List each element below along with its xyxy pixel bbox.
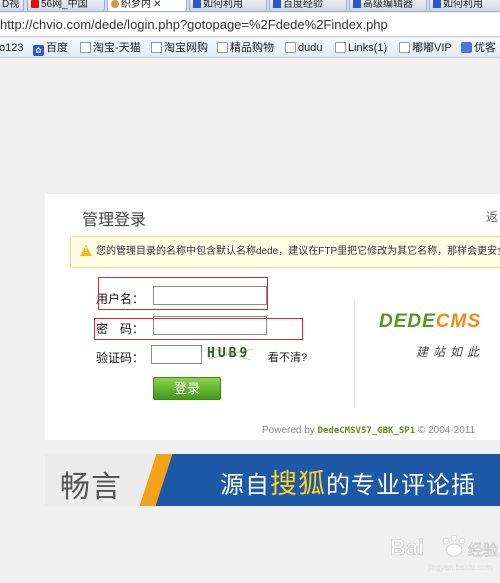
tab-label: 如何利用 <box>443 0 483 10</box>
folder-icon <box>399 42 410 53</box>
bookmarks-bar: o123 ✿ 百度 淘宝-天猫 淘宝网购 精品购物 dudu Links(1) 嘟… <box>0 38 500 58</box>
divider <box>354 298 355 408</box>
powered-by: Powered by DedeCMSV57_GBK_SP1 © 2004-201… <box>262 425 476 436</box>
page-title: 管理登录 <box>82 212 147 229</box>
tab-2[interactable]: 56网_中国 <box>27 0 105 11</box>
captcha-text: HUB9 <box>207 346 251 361</box>
address-bar[interactable]: http://chvio.com/dede/login.php?gotopage… <box>0 13 500 37</box>
paw-icon <box>193 0 201 8</box>
bookmark-label: 优客 <box>474 42 496 54</box>
slogan-text: 建站如此 <box>416 345 485 359</box>
paw-icon <box>353 0 361 8</box>
captcha-label: 验证码： <box>96 351 145 365</box>
page-icon <box>80 42 91 53</box>
tab-label: 如何利用 <box>203 0 243 10</box>
paw-icon <box>273 0 281 8</box>
site-favicon-icon <box>111 0 119 8</box>
dedecms-logo: DEDECMS <box>379 311 482 332</box>
version-text: DedeCMSV57_GBK_SP1 <box>317 426 416 436</box>
url-text[interactable]: http://chvio.com/dede/login.php?gotopage… <box>0 17 388 32</box>
tab-label: 56网_中国 <box>41 0 88 10</box>
watermark-domain: jingyan.baidu.com <box>427 563 493 572</box>
close-tab-icon[interactable]: ✕ <box>153 0 161 10</box>
page-icon <box>151 42 162 53</box>
login-button[interactable]: 登录 <box>153 377 221 400</box>
ad-slogan: 源自搜狐的专业评论插 <box>220 469 476 499</box>
tab-label: D视 <box>2 0 20 10</box>
password-input[interactable] <box>153 316 267 335</box>
security-warning: 您的管理目录的名称中包含默认名称dede，建议在FTP里把它修改为其它名称，那样… <box>70 236 500 268</box>
bookmark-label: dudu <box>298 42 323 54</box>
tab-7[interactable]: 如何利用 <box>429 0 500 11</box>
changyan-ad-banner[interactable]: 畅言 源自搜狐的专业评论插 <box>45 454 500 506</box>
bookmark-label: 淘宝网购 <box>164 42 208 54</box>
baidu-jingyan-watermark: Bai 经验 jingyan.baidu.com <box>390 534 498 572</box>
refresh-captcha-link[interactable]: 看不清? <box>268 349 307 365</box>
tab-4[interactable]: 如何利用 <box>189 0 267 11</box>
username-label: 用户名： <box>96 292 145 306</box>
bookmark-taobao-tmall[interactable]: 淘宝-天猫 <box>80 41 141 55</box>
bookmark-boutique[interactable]: 精品购物 <box>217 41 274 55</box>
warning-text: 您的管理目录的名称中包含默认名称dede，建议在FTP里把它修改为其它名称，那样… <box>96 246 500 257</box>
svg-text:Bai: Bai <box>390 535 424 560</box>
username-input[interactable] <box>153 286 267 305</box>
bookmark-label: o123 <box>0 42 24 54</box>
tab-label: 百度经验 <box>283 0 323 10</box>
bookmark-label: Links(1) <box>348 42 388 54</box>
bookmark-label: 淘宝-天猫 <box>93 42 141 54</box>
tab-5[interactable]: 百度经验 <box>269 0 347 11</box>
bookmark-o123[interactable]: o123 <box>0 41 23 55</box>
tab-label: 织梦内 <box>121 0 151 10</box>
captcha-image[interactable]: HUB9 <box>207 345 256 362</box>
tab-1[interactable]: D视 <box>0 0 24 11</box>
folder-icon <box>217 42 228 53</box>
bookmark-taobao-shopping[interactable]: 淘宝网购 <box>151 41 208 55</box>
warning-icon <box>80 245 92 256</box>
taobao-icon <box>461 42 472 53</box>
password-label: 密 码： <box>96 322 145 336</box>
folder-icon <box>335 42 346 53</box>
bookmark-baidu[interactable]: ✿ 百度 <box>33 41 68 56</box>
bookmark-dudu[interactable]: dudu <box>285 41 322 55</box>
folder-icon <box>285 42 296 53</box>
tab-label: 高级编辑器 <box>363 0 413 10</box>
return-link[interactable]: 返 <box>486 208 498 225</box>
paw-icon: ✿ <box>33 45 44 56</box>
bookmark-label: 百度 <box>46 42 68 54</box>
captcha-input[interactable] <box>151 345 202 364</box>
paw-icon <box>433 0 441 8</box>
bookmark-label: 精品购物 <box>230 42 274 54</box>
ad-brand-name: 畅言 <box>60 471 122 504</box>
tab-strip: D视 56网_中国 织梦内 ✕ 如何利用 百度经验 高级编辑器 如何利用 <box>0 0 500 12</box>
bookmark-dudu-vip[interactable]: 嘟嘟VIP <box>399 41 452 55</box>
login-card: 管理登录 返 您的管理目录的名称中包含默认名称dede，建议在FTP里把它修改为… <box>45 194 500 440</box>
bookmark-label: 嘟嘟VIP <box>412 42 452 54</box>
bookmark-links[interactable]: Links(1) <box>335 41 387 55</box>
svg-text:经验: 经验 <box>468 541 498 559</box>
bookmark-youke[interactable]: 优客 <box>461 41 496 55</box>
site-favicon-icon <box>31 0 39 8</box>
tab-6[interactable]: 高级编辑器 <box>349 0 427 11</box>
tab-3-active[interactable]: 织梦内 ✕ <box>107 0 187 11</box>
